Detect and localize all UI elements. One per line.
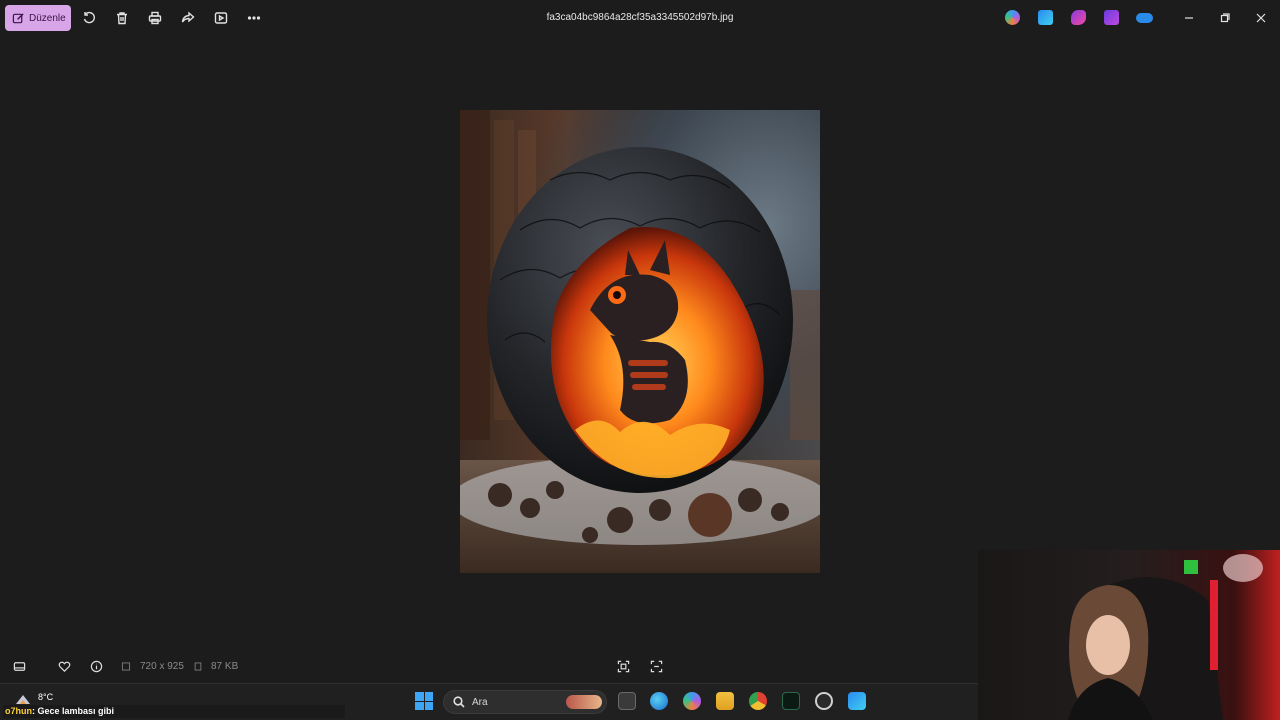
search-highlight-icon	[566, 695, 602, 709]
restore-icon[interactable]	[1217, 10, 1233, 26]
chrome-icon[interactable]	[749, 692, 767, 710]
search-placeholder: Ara	[472, 696, 488, 708]
dimensions-icon	[121, 659, 131, 673]
title-bar: Düzenle fa3ca04bc9864a28cf35a3345502d97b…	[0, 0, 1280, 36]
clipchamp-icon[interactable]	[1071, 10, 1086, 25]
paint-icon[interactable]	[1038, 10, 1053, 25]
copilot-icon[interactable]	[1005, 10, 1020, 25]
streamer-webcam	[1068, 554, 1263, 720]
chat-message: : Gece lambası gibi	[32, 706, 115, 716]
taskbar-search[interactable]: Ara	[443, 690, 607, 714]
start-button[interactable]	[415, 692, 433, 710]
info-bar: 720 x 925 87 KB	[0, 650, 980, 682]
obs-icon[interactable]	[815, 692, 833, 710]
favorite-icon[interactable]	[57, 659, 71, 673]
file-name-title: fa3ca04bc9864a28cf35a3345502d97b.jpg	[546, 12, 734, 23]
file-size: 87 KB	[211, 661, 239, 672]
actual-size-icon[interactable]	[649, 659, 663, 673]
file-explorer-icon[interactable]	[716, 692, 734, 710]
task-view-icon[interactable]	[618, 692, 636, 710]
edge-icon[interactable]	[650, 692, 668, 710]
terminal-icon[interactable]	[782, 692, 800, 710]
stream-chat-line: o7hun: Gece lambası gibi	[3, 705, 345, 718]
zoom-fit-icon[interactable]	[616, 659, 630, 673]
file-size-icon	[193, 659, 203, 673]
photo-viewer-image[interactable]	[460, 110, 820, 573]
photos-icon[interactable]	[848, 692, 866, 710]
weather-temperature: 8°C	[38, 692, 54, 702]
designer-icon[interactable]	[1104, 10, 1119, 25]
search-icon	[453, 696, 465, 708]
chat-username: o7hun	[5, 706, 32, 716]
onedrive-icon[interactable]	[1136, 13, 1153, 23]
webcam-overlay	[978, 550, 1280, 720]
info-icon[interactable]	[89, 659, 103, 673]
minimize-icon[interactable]	[1181, 10, 1197, 26]
dragon-egg-image	[460, 110, 820, 573]
close-icon[interactable]	[1253, 10, 1269, 26]
image-dimensions: 720 x 925	[140, 661, 184, 672]
filmstrip-icon[interactable]	[12, 659, 26, 673]
weather-icon[interactable]	[14, 692, 32, 706]
copilot-taskbar-icon[interactable]	[683, 692, 701, 710]
